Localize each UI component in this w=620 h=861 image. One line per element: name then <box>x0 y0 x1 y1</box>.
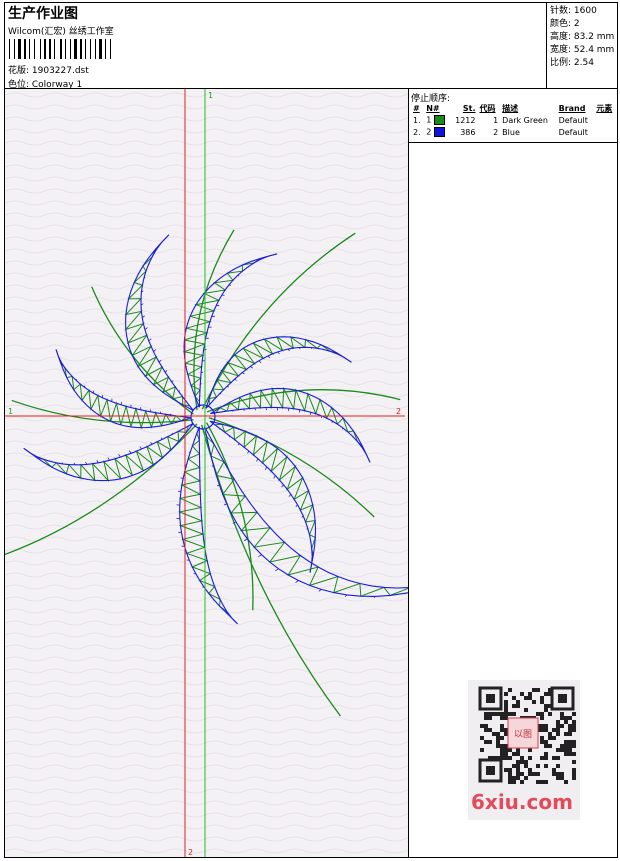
col-st: St. <box>462 104 476 113</box>
col-element: 元素 <box>596 104 613 113</box>
axis-label-h1: 1 <box>8 407 13 416</box>
table-row: 1. 1 1212 1 Dark Green Default <box>411 114 617 126</box>
row-index: 2. <box>413 127 421 137</box>
row-index: 1. <box>413 115 421 125</box>
stop-sequence-table: # N# St. 代码 描述 Brand 元素 1. 1 1212 1 Dark… <box>411 103 617 138</box>
qr-code-image: 以图 <box>478 686 576 784</box>
stat-colors: 颜色: 2 <box>550 19 580 29</box>
row-code: 1 <box>493 115 499 125</box>
watermark-text: 6xiu.com <box>471 790 573 814</box>
stop-sequence-panel: 停止顺序: # N# St. 代码 描述 Brand 元素 1. 1 1212 <box>409 89 617 143</box>
col-code: 代码 <box>479 104 496 113</box>
row-st: 386 <box>460 127 476 137</box>
subtitle: Wilcom(汇宏) 丝绣工作室 <box>8 27 114 37</box>
row-code: 2 <box>493 127 499 137</box>
axis-label-v1: 1 <box>208 91 213 100</box>
stat-height: 高度: 83.2 mm <box>550 32 615 42</box>
col-n: N# <box>426 104 440 113</box>
stats-panel: 针数: 1600 颜色: 2 高度: 83.2 mm 宽度: 52.4 mm 比… <box>547 3 617 89</box>
axis-label-v2: 2 <box>188 848 193 857</box>
row-brand: Default <box>558 115 588 125</box>
design-file-label: 花版: 1903227.dst <box>8 66 89 76</box>
seal-text: 以图 <box>514 729 532 740</box>
col-index: # <box>413 104 420 113</box>
row-desc: Dark Green <box>502 115 548 125</box>
table-row: 2. 2 386 2 Blue Default <box>411 126 617 138</box>
page-title: 生产作业图 <box>8 6 78 22</box>
axis-label-h2: 2 <box>396 407 401 416</box>
col-brand: Brand <box>558 104 586 113</box>
embroidery-design: 1 2 1 2 <box>5 89 408 857</box>
row-brand: Default <box>558 127 588 137</box>
color-swatch <box>433 115 445 125</box>
header-left: 生产作业图 Wilcom(汇宏) 丝绣工作室 花版: 1903227.dst 色… <box>5 3 547 90</box>
barcode <box>9 39 111 59</box>
stat-scale: 比例: 2.54 <box>550 58 594 68</box>
col-desc: 描述 <box>502 104 519 113</box>
row-st: 1212 <box>455 115 476 125</box>
stat-stitches: 针数: 1600 <box>550 6 597 16</box>
design-canvas: 1 2 1 2 <box>5 89 409 857</box>
row-n: 2 <box>424 126 450 138</box>
row-n: 1 <box>424 114 450 126</box>
row-desc: Blue <box>502 127 520 137</box>
color-swatch <box>433 127 445 137</box>
stat-width: 宽度: 52.4 mm <box>550 45 615 55</box>
